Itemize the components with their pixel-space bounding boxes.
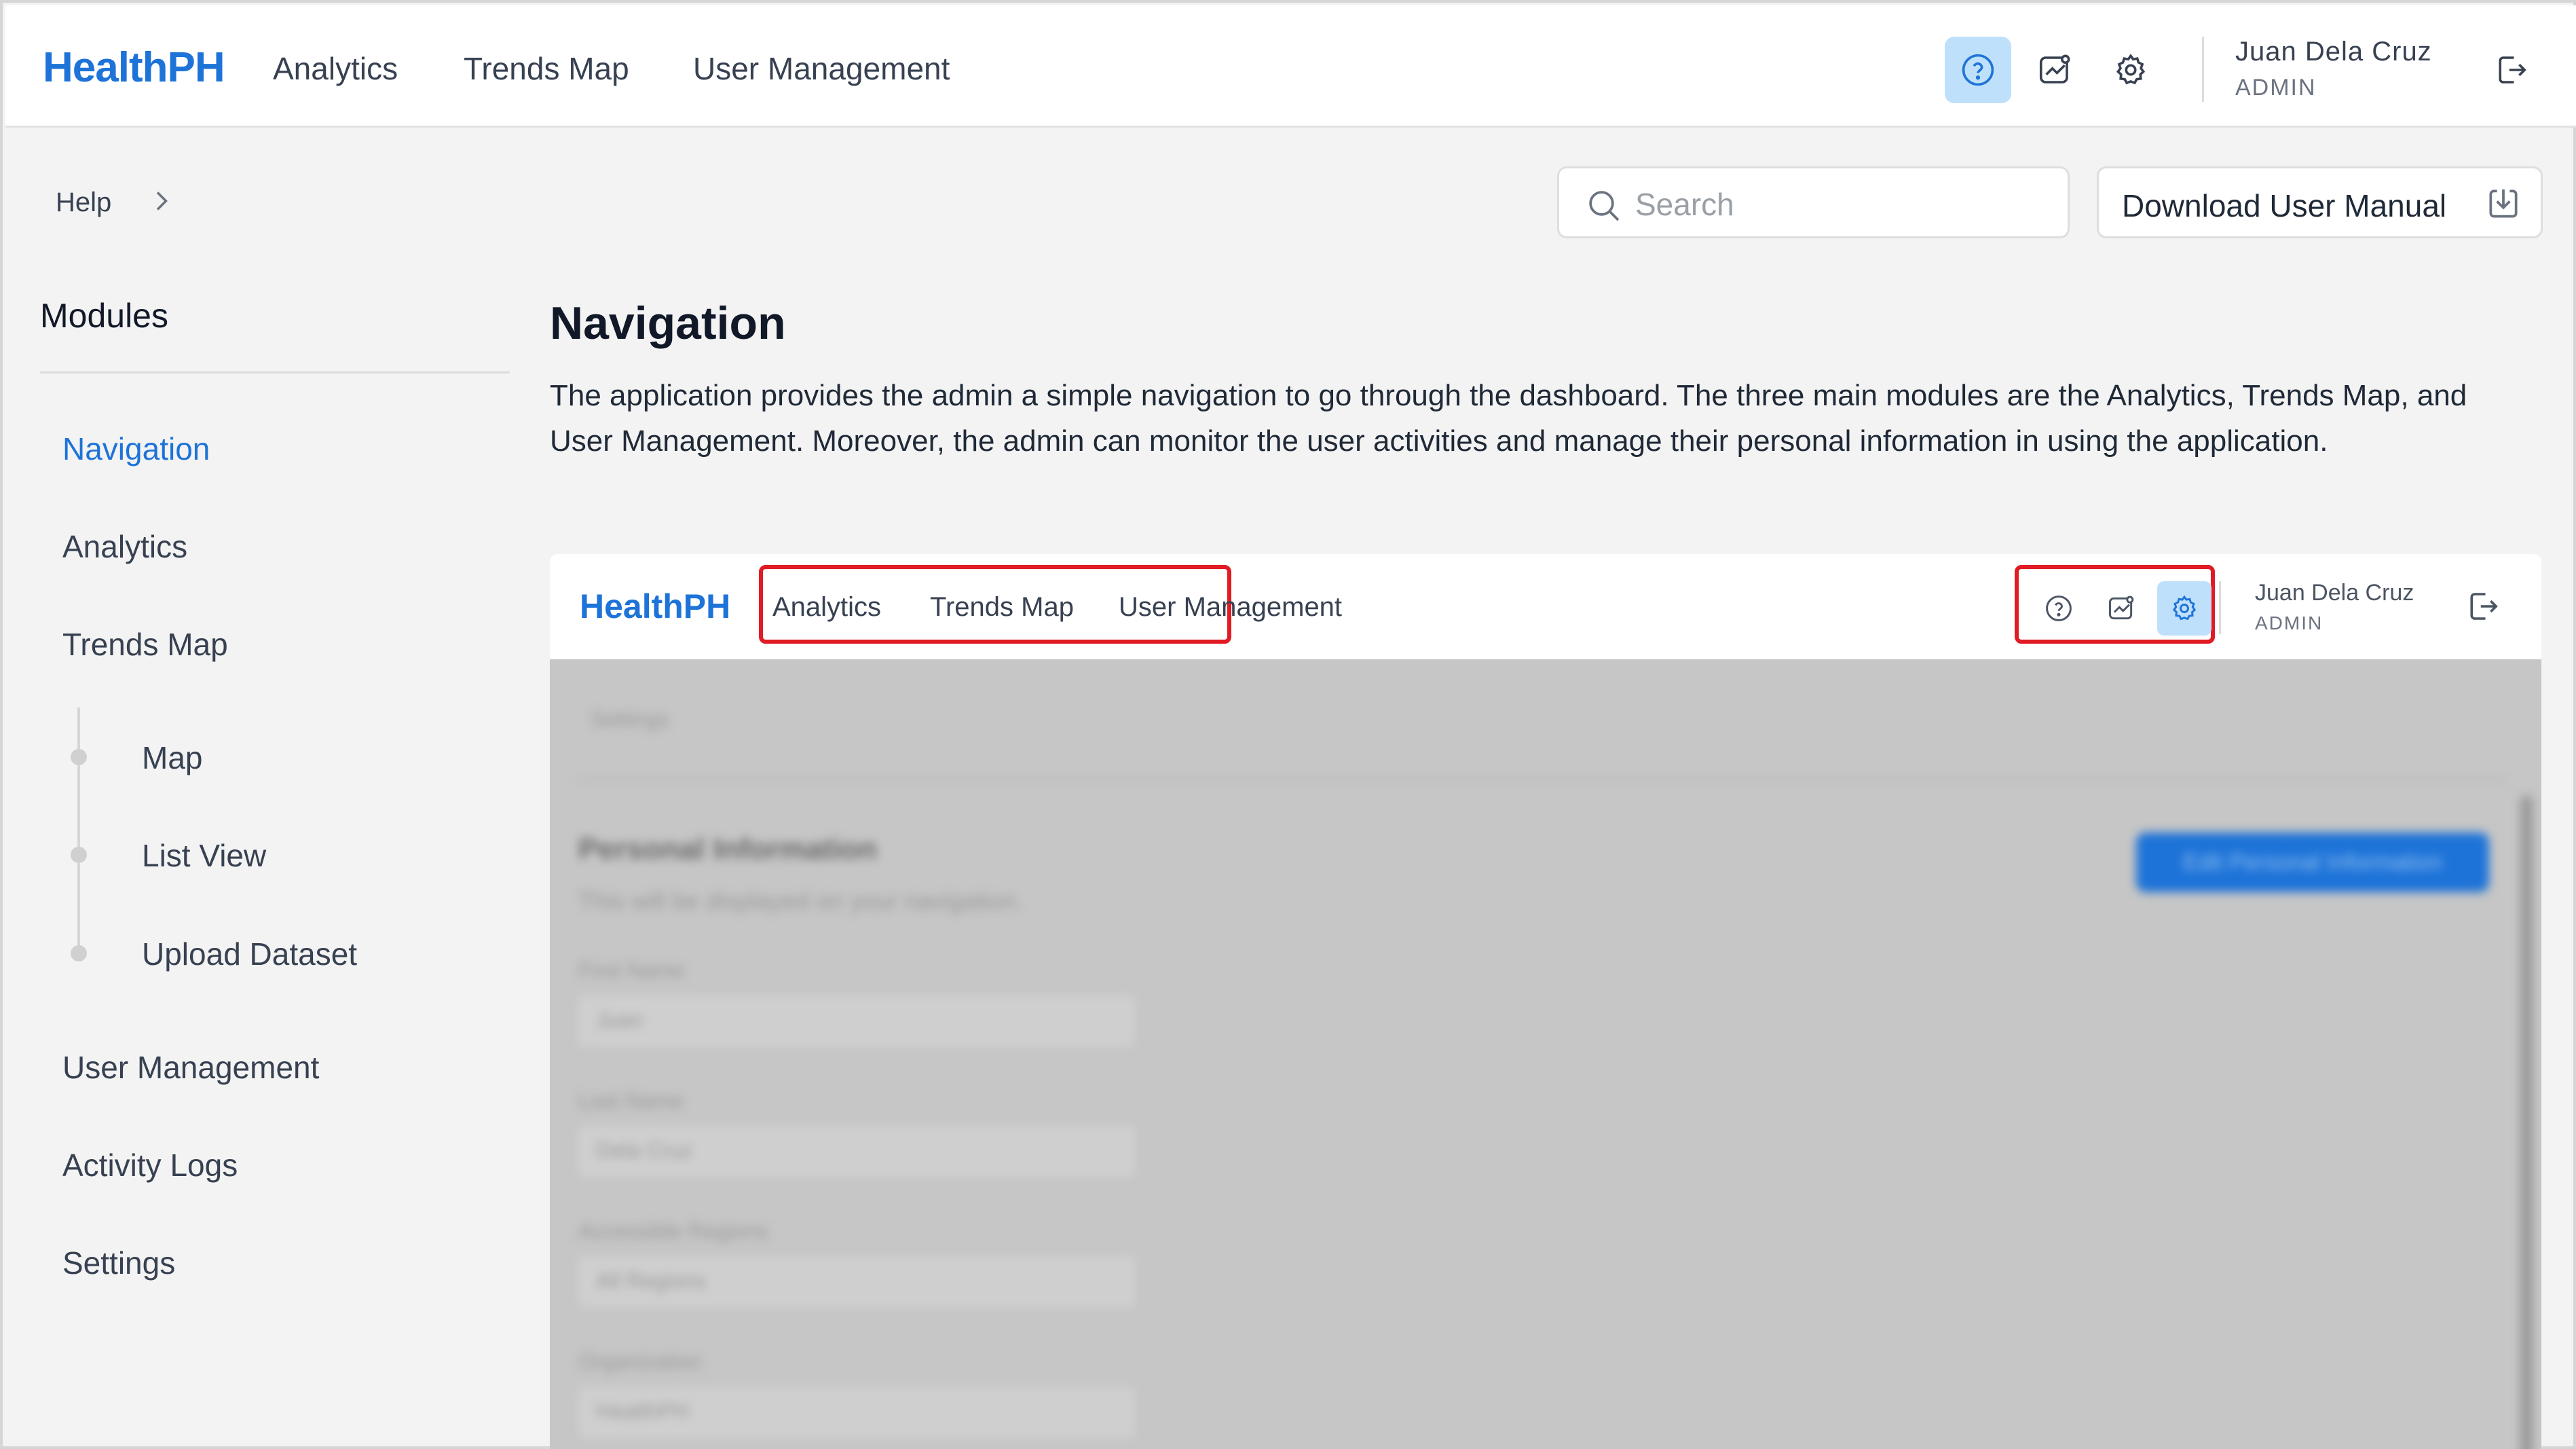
screenshot-help	[2032, 581, 2086, 636]
screenshot-nav-trends-map: Trends Map	[930, 592, 1074, 622]
help-button[interactable]	[1945, 37, 2011, 103]
blurred-scrollbar	[2520, 795, 2533, 1449]
sidebar-subitem-map[interactable]: Map	[142, 739, 202, 776]
gear-icon	[2116, 54, 2146, 85]
blurred-section-title: Personal Information	[578, 832, 878, 866]
trends-button[interactable]	[2021, 37, 2088, 103]
logout-icon	[2499, 56, 2526, 84]
screenshot-user-role: ADMIN	[2255, 612, 2323, 634]
blurred-section-subtitle: This will be displayed on your navigatio…	[578, 887, 1023, 915]
nav-analytics[interactable]: Analytics	[273, 50, 398, 87]
gear-icon	[2172, 595, 2197, 621]
user-name: Juan Dela Cruz	[2235, 37, 2432, 67]
blurred-field-label: Last Name	[578, 1088, 684, 1113]
download-manual-label: Download User Manual	[2122, 188, 2447, 223]
header-divider	[2202, 37, 2204, 102]
blurred-field-input: Dela Cruz	[578, 1126, 1135, 1177]
user-role: ADMIN	[2235, 75, 2317, 100]
sidebar-item-activity-logs[interactable]: Activity Logs	[62, 1147, 238, 1184]
blurred-field-input: All Regions	[578, 1256, 1135, 1308]
brand-logo[interactable]: HealthPH	[43, 43, 225, 92]
blurred-edit-button: Edit Personal Information	[2136, 832, 2489, 892]
blurred-field-input: HealthPH	[578, 1387, 1135, 1438]
modules-heading: Modules	[40, 297, 168, 335]
blurred-field-input: Juan	[578, 995, 1135, 1047]
blurred-field-label: Accessible Regions	[578, 1219, 768, 1243]
download-manual-button[interactable]: Download User Manual	[2097, 166, 2543, 238]
logout-button[interactable]	[2478, 37, 2544, 103]
search-box[interactable]	[1557, 166, 2070, 238]
download-icon	[2489, 189, 2518, 218]
help-icon	[2046, 595, 2072, 621]
blurred-field-label: First Name	[578, 958, 685, 983]
search-input[interactable]	[1635, 181, 2042, 228]
blurred-settings-page: Settings Personal Information This will …	[550, 659, 2541, 1449]
blurred-field-label: Organization	[578, 1349, 702, 1374]
sidebar-item-trends-map[interactable]: Trends Map	[62, 626, 228, 663]
nav-user-management[interactable]: User Management	[693, 50, 950, 87]
chevron-right-icon	[156, 191, 168, 210]
screenshot-divider	[2219, 581, 2221, 634]
search-icon	[1589, 191, 1620, 221]
top-navbar: HealthPH Analytics Trends Map User Manag…	[5, 5, 2576, 128]
screenshot-settings	[2157, 581, 2211, 636]
logout-icon	[2470, 593, 2498, 620]
nav-trends-map[interactable]: Trends Map	[464, 50, 629, 87]
settings-button[interactable]	[2097, 37, 2164, 103]
screenshot-user-name: Juan Dela Cruz	[2255, 580, 2414, 606]
trend-chart-icon	[2109, 595, 2134, 620]
sidebar-subitem-list-view[interactable]: List View	[142, 837, 266, 874]
screenshot-nav-user-management: User Management	[1119, 592, 1343, 622]
screenshot-nav-analytics: Analytics	[772, 592, 882, 622]
subnav-dot	[71, 945, 87, 961]
subnav-tree-line	[77, 708, 80, 959]
screenshot-brand: HealthPH	[580, 587, 731, 625]
sidebar-divider	[40, 371, 510, 373]
sidebar-subitem-upload-dataset[interactable]: Upload Dataset	[142, 936, 357, 972]
sidebar-item-navigation[interactable]: Navigation	[62, 430, 210, 467]
page-description: The application provides the admin a sim…	[550, 379, 2467, 458]
sidebar-item-settings[interactable]: Settings	[62, 1245, 175, 1281]
screenshot-trends	[2094, 581, 2148, 636]
navigation-screenshot: HealthPH Analytics Trends Map User Manag…	[550, 554, 2541, 1449]
sidebar-item-user-management[interactable]: User Management	[62, 1049, 319, 1086]
app-window: HealthPH Analytics Trends Map User Manag…	[0, 0, 2576, 1449]
trend-chart-icon	[2039, 54, 2070, 84]
subnav-dot	[71, 847, 87, 863]
breadcrumb-help[interactable]: Help	[56, 187, 111, 218]
blurred-divider	[578, 778, 2506, 780]
blurred-breadcrumb: Settings	[591, 707, 669, 731]
subnav-dot	[71, 749, 87, 765]
help-icon	[1962, 54, 1994, 86]
screenshot-navbar: HealthPH Analytics Trends Map User Manag…	[550, 554, 2541, 659]
sidebar-item-analytics[interactable]: Analytics	[62, 528, 187, 565]
page-title: Navigation	[550, 297, 786, 349]
